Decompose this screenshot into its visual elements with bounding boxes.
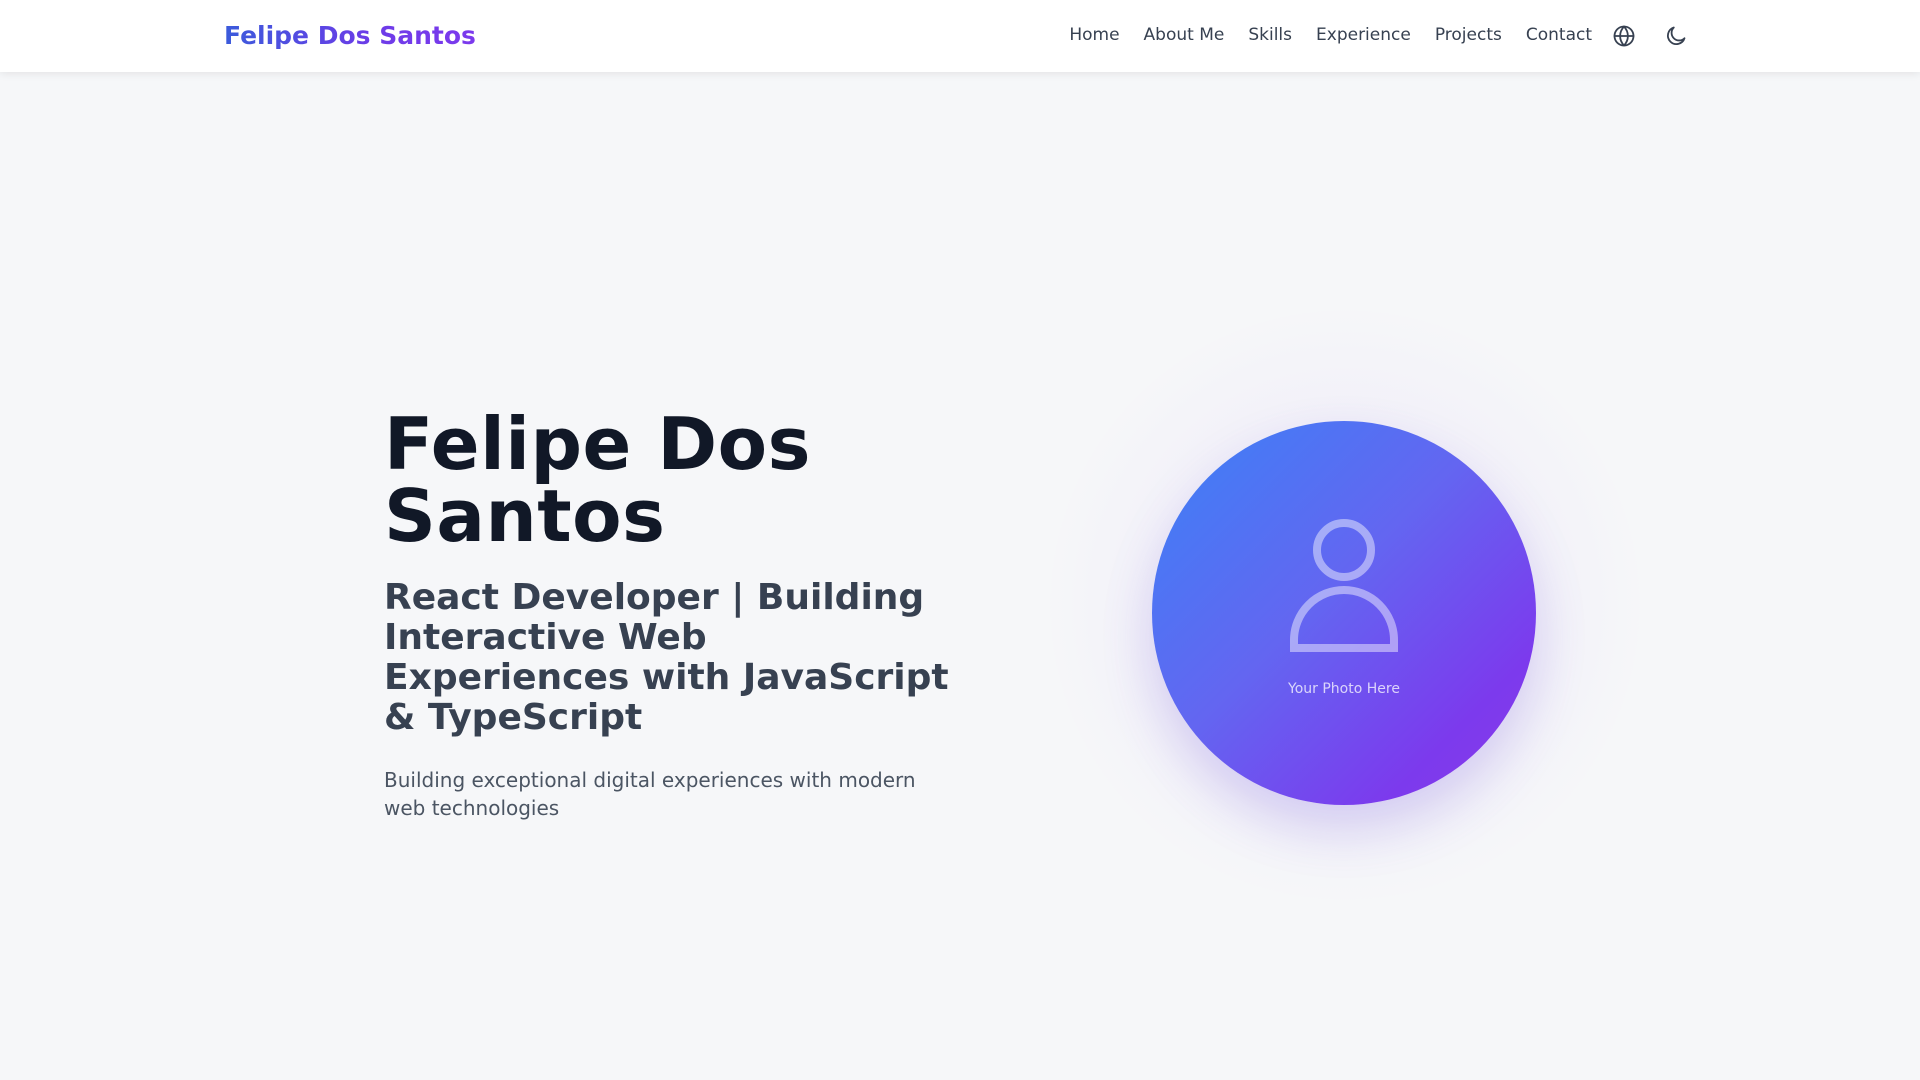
hero-tagline: Building exceptional digital experiences…: [384, 768, 916, 820]
language-button[interactable]: [1606, 18, 1642, 54]
profile-photo-placeholder: Your Photo Here: [1152, 421, 1536, 805]
nav-experience[interactable]: Experience: [1316, 22, 1411, 48]
nav-contact[interactable]: Contact: [1526, 22, 1592, 48]
main-nav: Home About Me Skills Experience Projects…: [1069, 22, 1592, 48]
hero-role: React Developer | Building Interactive W…: [384, 577, 949, 738]
photo-placeholder-label: Your Photo Here: [1288, 681, 1400, 697]
nav-projects[interactable]: Projects: [1435, 22, 1502, 48]
nav-skills[interactable]: Skills: [1248, 22, 1292, 48]
nav-home[interactable]: Home: [1069, 22, 1119, 48]
nav-about-me[interactable]: About Me: [1144, 22, 1225, 48]
brand-logo[interactable]: Felipe Dos Santos: [224, 20, 476, 52]
globe-icon: [1613, 25, 1635, 47]
theme-toggle-button[interactable]: [1658, 18, 1694, 54]
user-icon: [1290, 519, 1398, 652]
site-header: Felipe Dos Santos Home About Me Skills E…: [0, 0, 1920, 72]
hero-name: Felipe Dos Santos: [384, 402, 811, 558]
hero-text: Felipe Dos Santos React Developer | Buil…: [384, 408, 964, 822]
moon-icon: [1667, 26, 1686, 45]
